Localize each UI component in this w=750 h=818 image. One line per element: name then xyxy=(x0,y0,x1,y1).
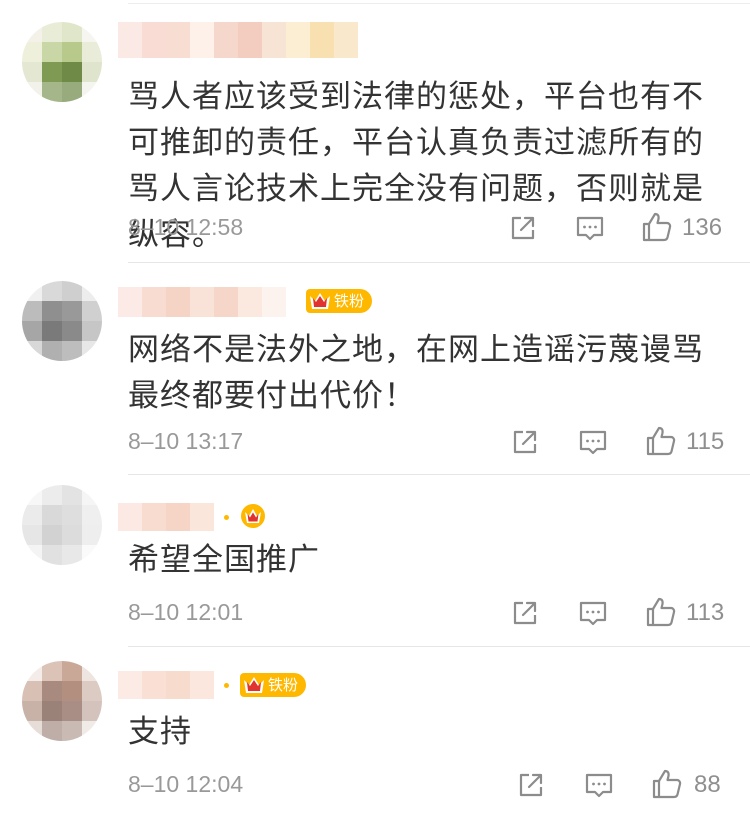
comment-time: 8–10 12:58 xyxy=(128,214,244,240)
like-count: 113 xyxy=(686,599,725,626)
fan-badge-label: 铁粉 xyxy=(268,676,299,694)
share-icon[interactable] xyxy=(508,596,542,630)
username-blurred[interactable] xyxy=(118,671,214,699)
avatar[interactable] xyxy=(22,22,102,102)
comment-item: 铁粉 网络不是法外之地，在网上造谣污蔑谩骂最终都要付出代价！ 8–10 13:1… xyxy=(0,263,750,474)
thumbs-up-icon[interactable] xyxy=(650,767,684,801)
share-icon[interactable] xyxy=(508,425,542,459)
comment-time: 8–10 12:01 xyxy=(128,599,244,625)
comment-text: 支持 xyxy=(128,714,192,750)
avatar[interactable] xyxy=(22,661,102,741)
comment-item: 骂人者应该受到法律的惩处，平台也有不可推卸的责任，平台认真负责过滤所有的骂人言论… xyxy=(0,0,750,262)
comment-time: 8–10 13:17 xyxy=(128,428,244,454)
fan-badge-label: 铁粉 xyxy=(334,292,365,310)
like-count: 136 xyxy=(682,214,723,241)
thumbs-up-icon[interactable] xyxy=(644,595,678,629)
separator-dot xyxy=(224,515,229,520)
share-icon[interactable] xyxy=(514,768,548,802)
comment-item: 铁粉 支持 8–10 12:04 88 xyxy=(0,647,750,818)
username-blurred[interactable] xyxy=(118,287,286,317)
username-blurred[interactable] xyxy=(118,503,214,531)
fan-badge: 铁粉 xyxy=(240,673,307,697)
like-count: 115 xyxy=(686,428,725,455)
share-icon[interactable] xyxy=(506,211,540,245)
comment-icon[interactable] xyxy=(582,768,616,802)
fan-badge: 铁粉 xyxy=(306,289,373,313)
comment-item: 希望全国推广 8–10 12:01 113 xyxy=(0,475,750,646)
avatar[interactable] xyxy=(22,281,102,361)
crown-badge-icon xyxy=(310,293,330,309)
comment-icon[interactable] xyxy=(576,596,610,630)
comment-time: 8–10 12:04 xyxy=(128,771,244,797)
crown-badge-icon xyxy=(241,504,265,528)
separator-dot xyxy=(224,683,229,688)
comment-text: 希望全国推广 xyxy=(128,542,320,578)
comment-text: 网络不是法外之地，在网上造谣污蔑谩骂最终都要付出代价！ xyxy=(128,332,704,414)
comment-icon[interactable] xyxy=(576,425,610,459)
avatar[interactable] xyxy=(22,485,102,565)
username-blurred[interactable] xyxy=(118,22,358,58)
thumbs-up-icon[interactable] xyxy=(640,210,674,244)
thumbs-up-icon[interactable] xyxy=(644,424,678,458)
like-count: 88 xyxy=(694,771,721,798)
crown-badge-icon xyxy=(244,677,264,693)
comment-icon[interactable] xyxy=(573,211,607,245)
